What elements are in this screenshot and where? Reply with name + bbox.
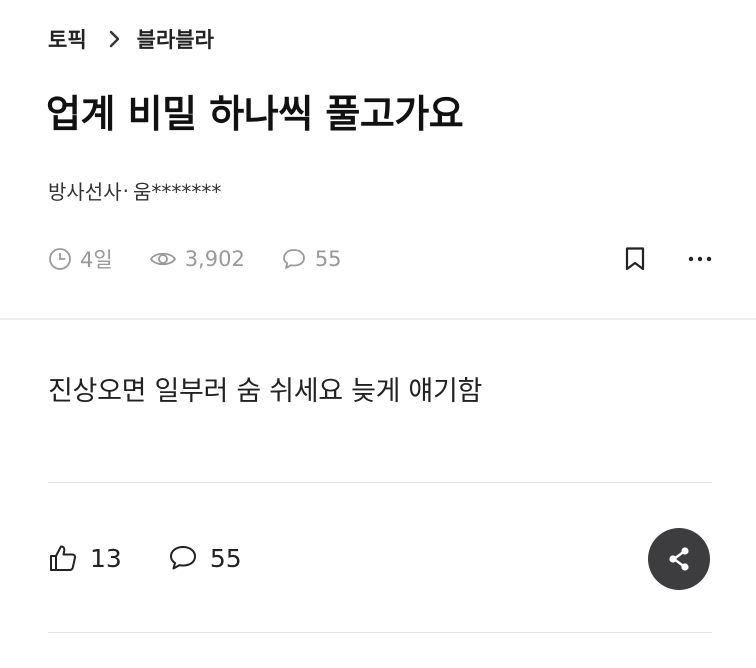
post-body: 진상오면 일부러 숨 쉬세요 늦게 얘기함 (48, 376, 483, 407)
more-horizontal-icon (688, 256, 712, 262)
bookmark-button[interactable] (624, 246, 646, 272)
post-title: 업계 비밀 하나씩 풀고가요 (46, 92, 464, 136)
author-company: 방사선사 (48, 180, 122, 204)
comment-button[interactable]: 55 (168, 544, 242, 573)
post-comment-count: 55 (314, 247, 342, 271)
post-page: 토픽 블라블라 업계 비밀 하나씩 풀고가요 방사선사 · 움******* 4… (0, 0, 756, 668)
author-separator: · (122, 178, 129, 203)
post-stats: 4일 3,902 55 (48, 242, 378, 276)
chevron-right-icon (109, 30, 121, 48)
clock-icon (49, 248, 71, 270)
thumbs-up-icon (50, 545, 76, 571)
share-button[interactable] (648, 528, 710, 590)
breadcrumb-board-link[interactable]: 블라블라 (137, 24, 214, 54)
author-info[interactable]: 방사선사 · 움******* (48, 176, 221, 205)
comment-count: 55 (209, 543, 242, 573)
reaction-bar: 13 55 (48, 536, 288, 580)
stat-views: 3,902 (149, 247, 245, 271)
content-divider (48, 482, 712, 483)
author-name: 움******* (132, 180, 222, 204)
bookmark-icon (625, 247, 645, 271)
section-divider (0, 318, 756, 320)
like-button[interactable]: 13 (48, 543, 122, 573)
post-view-count: 3,902 (184, 247, 245, 271)
post-actions (624, 242, 712, 276)
post-header: 토픽 블라블라 업계 비밀 하나씩 풀고가요 방사선사 · 움******* 4… (0, 0, 756, 318)
more-options-button[interactable] (688, 255, 712, 263)
like-count: 13 (90, 543, 122, 573)
share-icon (669, 547, 689, 571)
eye-icon (149, 252, 176, 266)
footer-divider (48, 632, 712, 633)
post-time-ago: 4일 (80, 248, 113, 272)
breadcrumb: 토픽 블라블라 (48, 22, 214, 56)
breadcrumb-topic-link[interactable]: 토픽 (48, 24, 87, 54)
speech-bubble-icon (169, 546, 196, 570)
stat-comments: 55 (281, 247, 342, 271)
speech-bubble-icon (282, 249, 305, 269)
stat-time: 4일 (48, 244, 113, 274)
